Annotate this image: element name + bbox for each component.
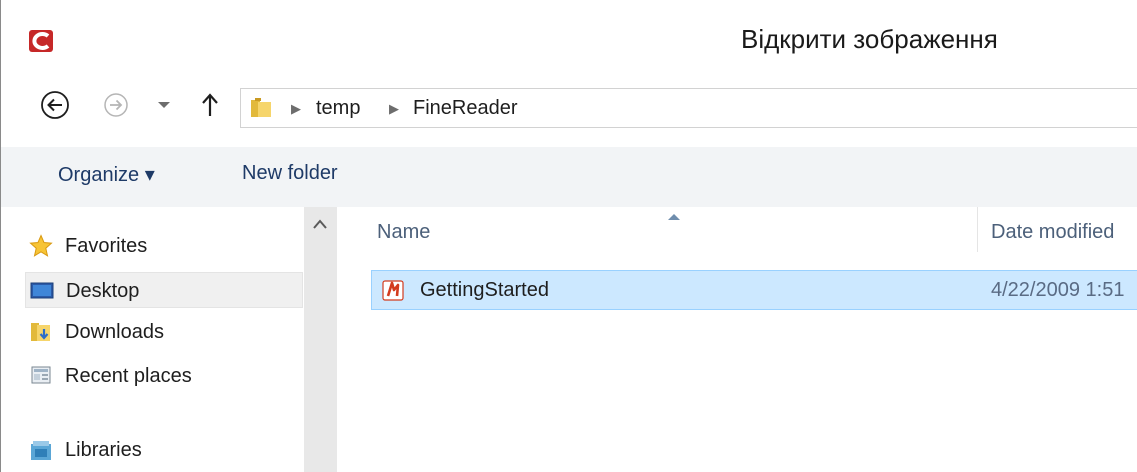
- recent-places-icon: [31, 366, 51, 384]
- star-icon: [29, 234, 53, 257]
- app-logo-icon: [29, 30, 53, 52]
- nav-label-recent-places: Recent places: [65, 365, 192, 387]
- desktop-icon: [30, 282, 54, 299]
- libraries-icon: [31, 441, 51, 460]
- address-bar[interactable]: ▶ temp ▶ FineReader: [240, 88, 1137, 128]
- pdf-file-icon: [382, 280, 404, 301]
- column-header-name[interactable]: Name: [377, 221, 430, 244]
- nav-item-favorites[interactable]: Favorites: [25, 228, 303, 264]
- breadcrumb-finereader[interactable]: FineReader: [413, 97, 518, 120]
- nav-item-recent-places[interactable]: Recent places: [25, 358, 303, 394]
- nav-label-desktop: Desktop: [66, 280, 140, 302]
- forward-button[interactable]: [103, 92, 129, 118]
- folder-icon: [251, 98, 271, 117]
- breadcrumb-separator-icon[interactable]: ▶: [291, 101, 301, 116]
- new-folder-button[interactable]: New folder: [242, 162, 338, 185]
- downloads-folder-icon: [31, 323, 50, 341]
- breadcrumb-separator-icon[interactable]: ▶: [389, 101, 399, 116]
- title-bar: Відкрити зображення: [1, 0, 1137, 86]
- breadcrumb-temp[interactable]: temp: [316, 97, 360, 120]
- back-button[interactable]: [40, 90, 70, 120]
- nav-label-favorites: Favorites: [65, 235, 148, 257]
- organize-button[interactable]: Organize ▾: [58, 162, 155, 187]
- nav-item-libraries[interactable]: Libraries: [25, 432, 303, 468]
- nav-label-downloads: Downloads: [65, 321, 164, 343]
- file-name: GettingStarted: [420, 279, 549, 301]
- file-date-modified: 4/22/2009 1:51: [991, 279, 1125, 301]
- sort-ascending-icon: [668, 214, 680, 220]
- navigation-scrollbar[interactable]: [304, 207, 337, 472]
- scroll-up-arrow-icon[interactable]: [312, 217, 328, 231]
- file-row[interactable]: GettingStarted 4/22/2009 1:51: [371, 270, 1137, 310]
- nav-item-downloads[interactable]: Downloads: [25, 314, 303, 350]
- nav-label-libraries: Libraries: [65, 439, 142, 461]
- nav-item-desktop[interactable]: Desktop: [25, 272, 303, 308]
- column-header-date-modified[interactable]: Date modified: [991, 221, 1114, 244]
- column-divider[interactable]: [977, 207, 978, 252]
- window-title: Відкрити зображення: [741, 24, 998, 54]
- up-level-button[interactable]: [201, 92, 219, 118]
- command-bar: Organize ▾ New folder: [1, 147, 1137, 207]
- file-list: Name Date modified GettingStarted 4/22/2…: [337, 207, 1137, 472]
- navigation-pane: Favorites Desktop Downloads Recent place…: [1, 207, 304, 472]
- recent-locations-chevron-icon[interactable]: [157, 100, 171, 110]
